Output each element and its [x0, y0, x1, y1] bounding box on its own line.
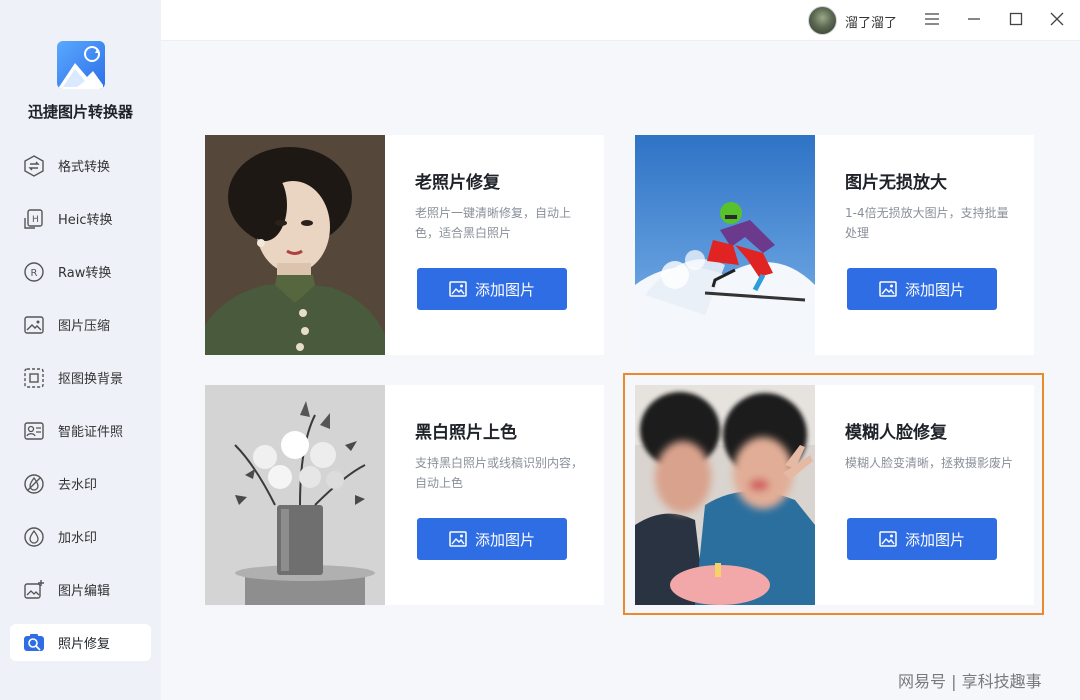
- sidebar-item-compress[interactable]: 图片压缩: [10, 306, 151, 343]
- image-icon: [879, 531, 897, 547]
- card-title: 黑白照片上色: [415, 423, 517, 443]
- id-photo-icon: [22, 419, 46, 443]
- image-icon: [879, 281, 897, 297]
- app-name: 迅捷图片转换器: [27, 103, 133, 121]
- card-description: 支持黑白照片或线稿识别内容，自动上色: [415, 456, 584, 490]
- sidebar: 迅捷图片转换器 格式转换 H Heic转换 R Raw转换 图片压缩 抠图换背景…: [0, 0, 161, 700]
- image-icon: [449, 281, 467, 297]
- minimize-icon: [967, 11, 981, 30]
- card-description: 模糊人脸变清晰，拯救摄影废片: [845, 456, 1014, 470]
- sidebar-item-label: 图片压缩: [58, 319, 111, 334]
- app-logo: [57, 41, 105, 89]
- title-bar: 溜了溜了: [161, 0, 1080, 41]
- username[interactable]: 溜了溜了: [845, 12, 897, 31]
- flower-vase-thumbnail: [205, 385, 385, 605]
- compress-icon: [22, 313, 46, 337]
- feature-card-face-repair[interactable]: 模糊人脸修复 模糊人脸变清晰，拯救摄影废片 添加图片: [635, 385, 1034, 605]
- maximize-icon: [1009, 11, 1023, 30]
- add-image-label: 添加图片: [904, 530, 965, 549]
- sidebar-item-format-convert[interactable]: 格式转换: [10, 147, 151, 184]
- menu-button[interactable]: [922, 10, 942, 30]
- card-title: 老照片修复: [415, 173, 500, 193]
- card-title: 模糊人脸修复: [845, 423, 947, 443]
- svg-text:R: R: [31, 268, 38, 279]
- old-photo-thumbnail: [205, 135, 385, 355]
- sidebar-item-raw[interactable]: R Raw转换: [10, 253, 151, 290]
- sidebar-item-id-photo[interactable]: 智能证件照: [10, 412, 151, 449]
- svg-text:H: H: [32, 215, 39, 225]
- skier-thumbnail: [635, 135, 815, 355]
- avatar[interactable]: [808, 6, 837, 35]
- add-image-label: 添加图片: [474, 530, 535, 549]
- cutout-icon: [22, 366, 46, 390]
- heic-icon: H: [22, 207, 46, 231]
- sidebar-item-add-watermark[interactable]: 加水印: [10, 518, 151, 555]
- sidebar-item-heic[interactable]: H Heic转换: [10, 200, 151, 237]
- add-image-label: 添加图片: [904, 280, 965, 299]
- add-image-button[interactable]: 添加图片: [847, 518, 997, 560]
- sidebar-nav: 格式转换 H Heic转换 R Raw转换 图片压缩 抠图换背景 智能证件照 去…: [10, 147, 151, 677]
- sidebar-item-label: 抠图换背景: [58, 372, 124, 387]
- close-button[interactable]: [1047, 10, 1067, 30]
- sidebar-item-cutout[interactable]: 抠图换背景: [10, 359, 151, 396]
- close-icon: [1050, 11, 1064, 30]
- sidebar-item-edit-image[interactable]: 图片编辑: [10, 571, 151, 608]
- add-image-button[interactable]: 添加图片: [417, 518, 567, 560]
- sidebar-item-label: 图片编辑: [58, 584, 111, 599]
- sidebar-item-label: 格式转换: [58, 160, 111, 175]
- edit-image-icon: [22, 578, 46, 602]
- raw-icon: R: [22, 260, 46, 284]
- format-convert-icon: [22, 154, 46, 178]
- card-description: 1-4倍无损放大图片，支持批量处理: [845, 206, 1009, 240]
- sidebar-item-label: Raw转换: [58, 266, 112, 281]
- sidebar-item-label: 去水印: [58, 478, 98, 493]
- minimize-button[interactable]: [964, 10, 984, 30]
- remove-watermark-icon: [22, 472, 46, 496]
- sidebar-item-label: Heic转换: [58, 213, 113, 228]
- blurry-faces-thumbnail: [635, 385, 815, 605]
- photo-repair-icon: [22, 631, 46, 655]
- card-title: 图片无损放大: [845, 173, 947, 193]
- feature-card-old-photo[interactable]: 老照片修复 老照片一键清晰修复，自动上色，适合黑白照片 添加图片: [205, 135, 604, 355]
- feature-card-colorize[interactable]: 黑白照片上色 支持黑白照片或线稿识别内容，自动上色 添加图片: [205, 385, 604, 605]
- sidebar-item-label: 加水印: [58, 531, 98, 546]
- sidebar-item-remove-watermark[interactable]: 去水印: [10, 465, 151, 502]
- publisher-watermark: 网易号 | 享科技趣事: [898, 672, 1042, 691]
- feature-card-enlarge[interactable]: 图片无损放大 1-4倍无损放大图片，支持批量处理 添加图片: [635, 135, 1034, 355]
- add-image-button[interactable]: 添加图片: [417, 268, 567, 310]
- maximize-button[interactable]: [1006, 10, 1026, 30]
- add-image-label: 添加图片: [474, 280, 535, 299]
- sidebar-item-label: 智能证件照: [58, 425, 124, 440]
- image-icon: [449, 531, 467, 547]
- sidebar-item-photo-repair[interactable]: 照片修复: [10, 624, 151, 661]
- hamburger-menu-icon: [924, 11, 940, 30]
- card-description: 老照片一键清晰修复，自动上色，适合黑白照片: [415, 206, 572, 240]
- add-image-button[interactable]: 添加图片: [847, 268, 997, 310]
- sidebar-item-label: 照片修复: [58, 637, 111, 652]
- add-watermark-icon: [22, 525, 46, 549]
